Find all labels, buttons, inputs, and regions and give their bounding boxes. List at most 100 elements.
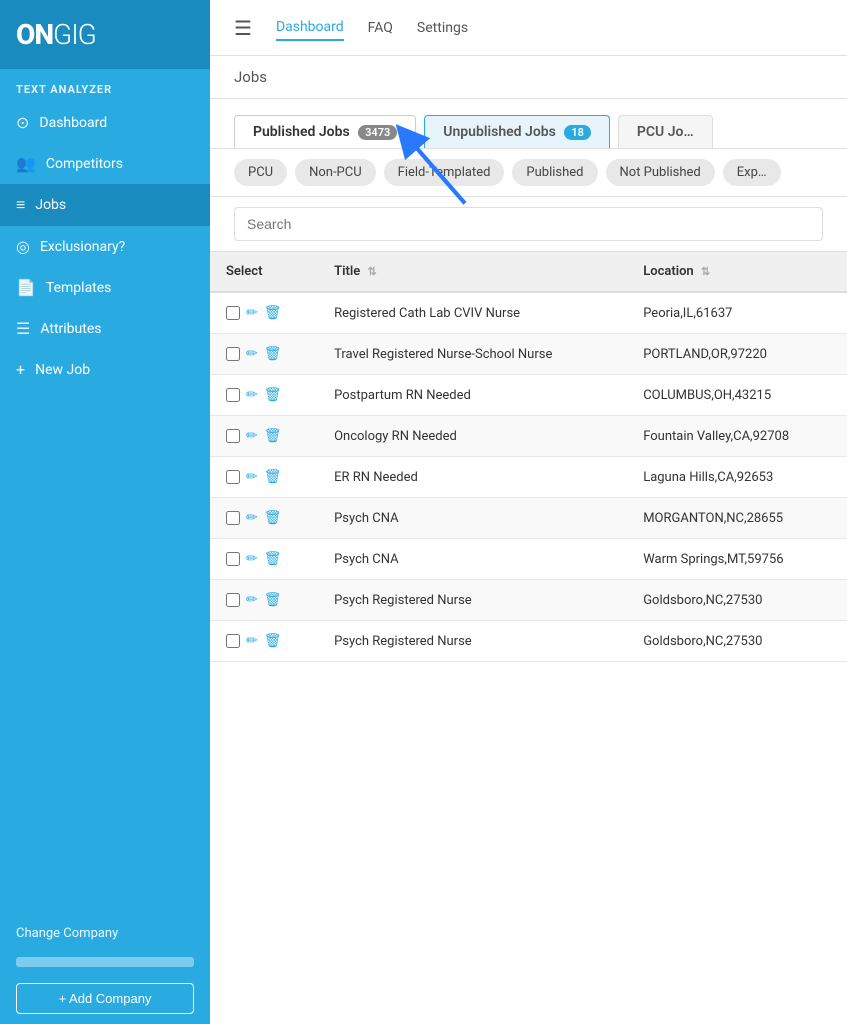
edit-icon-4[interactable]: ✏ xyxy=(246,469,258,485)
sidebar-item-label: Templates xyxy=(46,280,112,296)
table-row: ✏ 🗑 ER RN Needed Laguna Hills,CA,92653 xyxy=(210,457,847,498)
page-title: Jobs xyxy=(234,68,267,86)
select-cell-0: ✏ 🗑 xyxy=(210,292,318,334)
row-checkbox-3[interactable] xyxy=(226,429,240,443)
edit-icon-1[interactable]: ✏ xyxy=(246,346,258,362)
templates-icon: 📄 xyxy=(16,278,36,297)
delete-icon-8[interactable]: 🗑 xyxy=(264,633,282,649)
row-checkbox-5[interactable] xyxy=(226,511,240,525)
main-content: ☰ Dashboard FAQ Settings Jobs Published … xyxy=(210,0,847,1024)
topnav-settings[interactable]: Settings xyxy=(417,16,468,40)
select-cell-6: ✏ 🗑 xyxy=(210,539,318,580)
sidebar-item-jobs[interactable]: ≡ Jobs xyxy=(0,184,210,226)
topnav-dashboard[interactable]: Dashboard xyxy=(276,15,344,41)
sidebar-item-label: Attributes xyxy=(40,321,101,337)
edit-icon-8[interactable]: ✏ xyxy=(246,633,258,649)
job-tabs-section: Published Jobs 3473 Unpublished Jobs 18 … xyxy=(210,99,847,149)
jobs-tbody: ✏ 🗑 Registered Cath Lab CVIV Nurse Peori… xyxy=(210,292,847,662)
table-row: ✏ 🗑 Psych Registered Nurse Goldsboro,NC,… xyxy=(210,580,847,621)
filter-non-pcu[interactable]: Non-PCU xyxy=(295,159,376,186)
filter-pcu[interactable]: PCU xyxy=(234,159,287,186)
unpublished-jobs-label: Unpublished Jobs xyxy=(443,124,556,140)
select-cell-2: ✏ 🗑 xyxy=(210,375,318,416)
edit-icon-0[interactable]: ✏ xyxy=(246,305,258,321)
row-checkbox-8[interactable] xyxy=(226,634,240,648)
filter-not-published[interactable]: Not Published xyxy=(606,159,715,186)
row-checkbox-0[interactable] xyxy=(226,306,240,320)
location-sort-icon: ⇅ xyxy=(701,265,710,278)
company-bar xyxy=(16,957,194,967)
row-checkbox-7[interactable] xyxy=(226,593,240,607)
table-row: ✏ 🗑 Psych CNA MORGANTON,NC,28655 xyxy=(210,498,847,539)
select-cell-3: ✏ 🗑 xyxy=(210,416,318,457)
row-checkbox-6[interactable] xyxy=(226,552,240,566)
main-area: ☰ Dashboard FAQ Settings Jobs Published … xyxy=(210,0,847,1024)
title-cell-6: Psych CNA xyxy=(318,539,627,580)
tab-published-jobs[interactable]: Published Jobs 3473 xyxy=(234,115,416,148)
table-header-row: Select Title ⇅ Location ⇅ xyxy=(210,252,847,292)
filter-field-templated[interactable]: Field-Templated xyxy=(384,159,505,186)
change-company-label: Change Company xyxy=(0,916,210,951)
search-input[interactable] xyxy=(234,207,823,241)
sidebar-item-attributes[interactable]: ☰ Attributes xyxy=(0,308,210,349)
sidebar-item-label: Jobs xyxy=(35,197,66,213)
delete-icon-6[interactable]: 🗑 xyxy=(264,551,282,567)
tab-pcu-jobs[interactable]: PCU Jo… xyxy=(618,115,713,148)
title-cell-4: ER RN Needed xyxy=(318,457,627,498)
topnav-faq[interactable]: FAQ xyxy=(368,16,393,40)
location-cell-3: Fountain Valley,CA,92708 xyxy=(627,416,847,457)
hamburger-icon[interactable]: ☰ xyxy=(234,16,252,40)
title-cell-2: Postpartum RN Needed xyxy=(318,375,627,416)
delete-icon-3[interactable]: 🗑 xyxy=(264,428,282,444)
job-tabs: Published Jobs 3473 Unpublished Jobs 18 … xyxy=(234,115,823,148)
sidebar: ONGIG TEXT ANALYZER ⊙ Dashboard 👥 Compet… xyxy=(0,0,210,1024)
row-checkbox-2[interactable] xyxy=(226,388,240,402)
delete-icon-4[interactable]: 🗑 xyxy=(264,469,282,485)
add-company-button[interactable]: + Add Company xyxy=(16,983,194,1014)
published-jobs-label: Published Jobs xyxy=(253,124,350,140)
section-title: TEXT ANALYZER xyxy=(0,69,210,102)
sidebar-item-dashboard[interactable]: ⊙ Dashboard xyxy=(0,102,210,143)
new-job-icon: + xyxy=(16,360,25,379)
filter-published[interactable]: Published xyxy=(512,159,597,186)
edit-icon-5[interactable]: ✏ xyxy=(246,510,258,526)
row-checkbox-1[interactable] xyxy=(226,347,240,361)
select-cell-8: ✏ 🗑 xyxy=(210,621,318,662)
col-title[interactable]: Title ⇅ xyxy=(318,252,627,292)
tab-unpublished-jobs[interactable]: Unpublished Jobs 18 xyxy=(424,115,610,148)
search-bar xyxy=(210,197,847,252)
col-select: Select xyxy=(210,252,318,292)
delete-icon-0[interactable]: 🗑 xyxy=(264,305,282,321)
page-header: Jobs xyxy=(210,56,847,99)
edit-icon-6[interactable]: ✏ xyxy=(246,551,258,567)
title-cell-7: Psych Registered Nurse xyxy=(318,580,627,621)
sidebar-item-new-job[interactable]: + New Job xyxy=(0,349,210,390)
row-checkbox-4[interactable] xyxy=(226,470,240,484)
filter-exp[interactable]: Exp… xyxy=(723,159,781,186)
sidebar-item-label: Competitors xyxy=(46,156,123,172)
table-row: ✏ 🗑 Psych Registered Nurse Goldsboro,NC,… xyxy=(210,621,847,662)
delete-icon-5[interactable]: 🗑 xyxy=(264,510,282,526)
attributes-icon: ☰ xyxy=(16,319,30,338)
table-row: ✏ 🗑 Travel Registered Nurse-School Nurse… xyxy=(210,334,847,375)
delete-icon-7[interactable]: 🗑 xyxy=(264,592,282,608)
logo-area: ONGIG xyxy=(0,0,210,69)
delete-icon-1[interactable]: 🗑 xyxy=(264,346,282,362)
title-cell-1: Travel Registered Nurse-School Nurse xyxy=(318,334,627,375)
sidebar-item-label: Exclusionary? xyxy=(40,239,125,255)
location-cell-5: MORGANTON,NC,28655 xyxy=(627,498,847,539)
select-cell-4: ✏ 🗑 xyxy=(210,457,318,498)
sidebar-item-exclusionary[interactable]: ◎ Exclusionary? xyxy=(0,226,210,267)
sidebar-item-competitors[interactable]: 👥 Competitors xyxy=(0,143,210,184)
table-row: ✏ 🗑 Psych CNA Warm Springs,MT,59756 xyxy=(210,539,847,580)
sidebar-item-label: Dashboard xyxy=(39,115,107,131)
select-cell-5: ✏ 🗑 xyxy=(210,498,318,539)
col-location[interactable]: Location ⇅ xyxy=(627,252,847,292)
dashboard-icon: ⊙ xyxy=(16,113,29,132)
edit-icon-7[interactable]: ✏ xyxy=(246,592,258,608)
delete-icon-2[interactable]: 🗑 xyxy=(264,387,282,403)
edit-icon-2[interactable]: ✏ xyxy=(246,387,258,403)
competitors-icon: 👥 xyxy=(16,154,36,173)
edit-icon-3[interactable]: ✏ xyxy=(246,428,258,444)
sidebar-item-templates[interactable]: 📄 Templates xyxy=(0,267,210,308)
